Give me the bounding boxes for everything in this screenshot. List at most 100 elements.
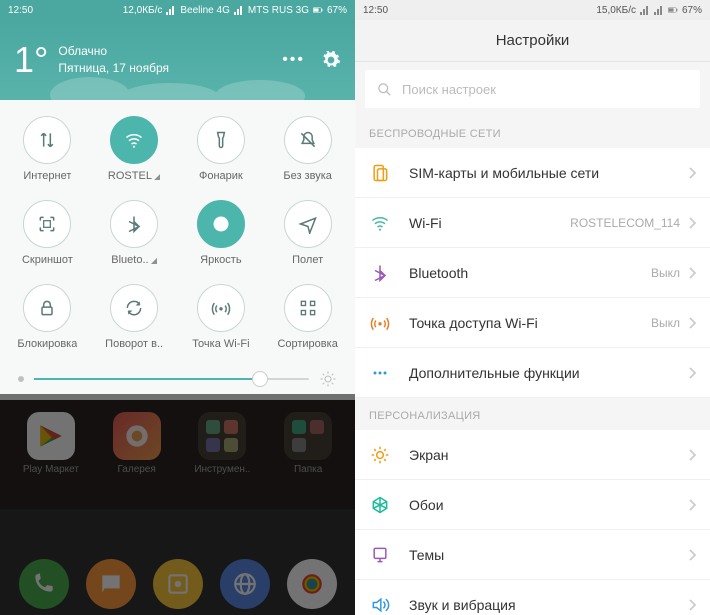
qs-toggle-torch[interactable]: Фонарик <box>178 116 265 182</box>
qs-label: ROSTEL ◢ <box>108 170 160 182</box>
chevron-right-icon <box>688 449 696 461</box>
qs-toggle-bt[interactable]: Blueto.. ◢ <box>91 200 178 266</box>
app-icon[interactable]: Галерея <box>113 412 161 475</box>
settings-value: Выкл <box>651 316 680 330</box>
search-input[interactable]: Поиск настроек <box>365 70 700 108</box>
status-time: 12:50 <box>8 5 33 16</box>
qs-toggle-screenshot[interactable]: Скриншот <box>4 200 91 266</box>
settings-value: ROSTELECOM_114 <box>570 216 680 230</box>
sun-icon <box>369 444 391 466</box>
chevron-right-icon <box>688 367 696 379</box>
chevron-right-icon <box>688 267 696 279</box>
brightness-slider[interactable] <box>34 378 309 380</box>
hotspot-icon <box>197 284 245 332</box>
qs-toggle-mute[interactable]: Без звука <box>264 116 351 182</box>
app-icon[interactable]: Папка <box>284 412 332 475</box>
weather-condition: Облачно <box>58 43 169 60</box>
qs-label: Блокировка <box>17 338 77 350</box>
app-label: Play Маркет <box>23 464 79 475</box>
theme-icon <box>369 544 391 566</box>
dock-app[interactable] <box>220 559 270 609</box>
qs-label: Поворот в.. <box>105 338 163 350</box>
dock-app[interactable] <box>86 559 136 609</box>
gear-icon[interactable] <box>321 50 341 70</box>
sort-icon <box>284 284 332 332</box>
status-battery: 67% <box>327 5 347 16</box>
qs-label: Яркость <box>200 254 241 266</box>
settings-label: Обои <box>409 497 688 513</box>
settings-row-hotspot[interactable]: Точка доступа Wi-FiВыкл <box>355 298 710 348</box>
battery-icon <box>668 5 678 15</box>
settings-row-theme[interactable]: Темы <box>355 530 710 580</box>
qs-toggle-wifi[interactable]: ROSTEL ◢ <box>91 116 178 182</box>
settings-row-bt[interactable]: BluetoothВыкл <box>355 248 710 298</box>
status-carrier-2: MTS RUS 3G <box>248 5 309 16</box>
settings-label: Экран <box>409 447 688 463</box>
settings-value: Выкл <box>651 266 680 280</box>
weather-header[interactable]: 1° Облачно Пятница, 17 ноября ••• <box>0 20 355 100</box>
chevron-right-icon <box>688 599 696 611</box>
torch-icon <box>197 116 245 164</box>
status-bar: 12:50 15,0КБ/с 67% <box>355 0 710 20</box>
brightness-min-icon <box>18 376 24 382</box>
hotspot-icon <box>369 312 391 334</box>
section-title: ПЕРСОНАЛИЗАЦИЯ <box>355 398 710 430</box>
qs-toggle-hotspot[interactable]: Точка Wi-Fi <box>178 284 265 350</box>
status-carrier-1: Beeline 4G <box>180 5 229 16</box>
qs-label: Точка Wi-Fi <box>192 338 249 350</box>
qs-label: Полет <box>292 254 323 266</box>
battery-icon <box>313 5 323 15</box>
screenshot-icon <box>23 200 71 248</box>
page-title: Настройки <box>355 20 710 62</box>
qs-label: Без звука <box>283 170 332 182</box>
quick-settings-panel: Интернет ROSTEL ◢ Фонарик Без звука Скриншот… <box>0 100 355 358</box>
wallpaper-icon <box>369 494 391 516</box>
bt-icon <box>369 262 391 284</box>
status-bar: 12:50 12,0КБ/с Beeline 4G MTS RUS 3G 67% <box>0 0 355 20</box>
search-placeholder: Поиск настроек <box>402 82 496 97</box>
home-screen-dimmed: Play Маркет Галерея Инструмен.. Папка <box>0 400 355 509</box>
settings-label: Звук и вибрация <box>409 597 688 613</box>
qs-toggle-rotate[interactable]: Поворот в.. <box>91 284 178 350</box>
qs-toggle-plane[interactable]: Полет <box>264 200 351 266</box>
app-label: Папка <box>294 464 322 475</box>
status-speed: 12,0КБ/с <box>123 5 163 16</box>
app-icon[interactable]: Play Маркет <box>23 412 79 475</box>
brightness-slider-row <box>0 358 355 400</box>
wifi-icon <box>110 116 158 164</box>
app-icon[interactable]: Инструмен.. <box>194 412 250 475</box>
qs-toggle-lock[interactable]: Блокировка <box>4 284 91 350</box>
chevron-right-icon <box>688 167 696 179</box>
dock-app[interactable] <box>287 559 337 609</box>
section-title: БЕСПРОВОДНЫЕ СЕТИ <box>355 116 710 148</box>
qs-toggle-swap[interactable]: Интернет <box>4 116 91 182</box>
cloud-decoration <box>50 60 310 100</box>
status-battery: 67% <box>682 5 702 16</box>
settings-label: Wi-Fi <box>409 215 570 231</box>
dock-app[interactable] <box>19 559 69 609</box>
wifi-icon <box>369 212 391 234</box>
settings-row-wallpaper[interactable]: Обои <box>355 480 710 530</box>
signal-icon <box>166 5 176 15</box>
chevron-right-icon <box>688 499 696 511</box>
settings-label: Дополнительные функции <box>409 365 688 381</box>
qs-label: Интернет <box>23 170 71 182</box>
app-label: Инструмен.. <box>194 464 250 475</box>
settings-label: Темы <box>409 547 688 563</box>
settings-row-sun[interactable]: Экран <box>355 430 710 480</box>
dock-app[interactable] <box>153 559 203 609</box>
chevron-right-icon <box>688 217 696 229</box>
chevron-right-icon <box>688 317 696 329</box>
qs-label: Сортировка <box>277 338 337 350</box>
svg-text:A: A <box>218 219 225 229</box>
settings-row-more[interactable]: Дополнительные функции <box>355 348 710 398</box>
settings-row-sim[interactable]: SIM-карты и мобильные сети <box>355 148 710 198</box>
mute-icon <box>284 116 332 164</box>
qs-toggle-sort[interactable]: Сортировка <box>264 284 351 350</box>
settings-row-wifi[interactable]: Wi-FiROSTELECOM_114 <box>355 198 710 248</box>
qs-label: Скриншот <box>22 254 73 266</box>
settings-row-sound[interactable]: Звук и вибрация <box>355 580 710 615</box>
app-label: Галерея <box>117 464 155 475</box>
lock-icon <box>23 284 71 332</box>
qs-toggle-auto[interactable]: A Яркость <box>178 200 265 266</box>
